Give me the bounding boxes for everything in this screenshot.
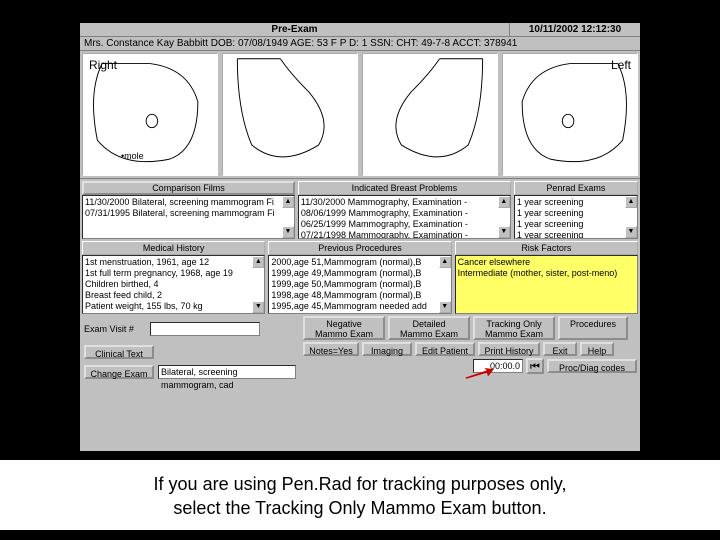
comparison-films-header[interactable]: Comparison Films [82,181,295,195]
change-exam-value[interactable]: Bilateral, screening mammogram, cad [158,365,296,379]
right-breast-cc[interactable]: Right •mole [82,53,218,176]
list-item: 1999,age 50,Mammogram (normal),B [271,279,448,290]
breast-outline-icon [83,54,217,173]
caption-line-2: select the Tracking Only Mammo Exam butt… [0,496,720,520]
previous-procedures-list[interactable]: 2000,age 51,Mammogram (normal),B 1999,ag… [268,255,451,314]
list-item: 1995,age 45,Mammogram needed add [271,301,448,312]
list-item: 1998,age 48,Mammogram (normal),B [271,290,448,301]
list-item: 08/06/1999 Mammography, Examination - [301,208,508,219]
left-fields: Exam Visit # Clinical Text Change Exam B… [80,314,300,384]
list-item: Cancer elsewhere [458,257,635,268]
medical-history-header[interactable]: Medical History [82,241,265,255]
history-row-2: Medical History 1st menstruation, 1961, … [80,239,640,314]
right-buttons: Negative Mammo Exam Detailed Mammo Exam … [300,314,640,384]
clinical-text-button[interactable]: Clinical Text [84,345,154,359]
patient-info: Mrs. Constance Kay Babbitt DOB: 07/08/19… [80,37,640,51]
slide-caption: If you are using Pen.Rad for tracking pu… [0,472,720,520]
scroll-down-icon[interactable]: ▼ [625,226,637,238]
tracking-only-mammo-button[interactable]: Tracking Only Mammo Exam [473,316,555,340]
comparison-films-list[interactable]: 11/30/2000 Bilateral, screening mammogra… [82,195,295,239]
scroll-up-icon[interactable]: ▲ [498,196,510,208]
history-row-1: Comparison Films 11/30/2000 Bilateral, s… [80,179,640,239]
breast-outline-icon [503,54,637,173]
titlebar: Pre-Exam 10/11/2002 12:12:30 [80,23,640,37]
exam-visit-label: Exam Visit # [84,324,146,334]
list-item: Patient height, 5'-6", 167 cm [85,312,262,314]
list-item: 1999,age 49,Mammogram (normal),B [271,268,448,279]
help-button[interactable]: Help [580,342,614,356]
window-title: Pre-Exam [80,23,510,36]
penrad-exams-list[interactable]: 1 year screening 1 year screening 1 year… [514,195,638,239]
exit-button[interactable]: Exit [543,342,577,356]
mole-annotation: •mole [121,151,144,161]
notes-button[interactable]: Notes=Yes [303,342,359,356]
list-item: 07/31/1995 Bilateral, screening mammogra… [85,208,292,219]
list-item: 06/25/1999 Mammography, Examination - [301,219,508,230]
medical-history-list[interactable]: 1st menstruation, 1961, age 12 1st full … [82,255,265,314]
list-item: 1 year screening [517,197,635,208]
left-breast-cc[interactable]: Left [502,53,638,176]
breast-outline-icon [363,54,497,173]
caption-line-1: If you are using Pen.Rad for tracking pu… [0,472,720,496]
timer-display: 00:00.0 [473,359,523,373]
risk-factors-list[interactable]: Cancer elsewhere Intermediate (mother, s… [455,255,638,314]
list-item: Patient weight, 155 lbs, 70 kg [85,301,262,312]
left-breast-mlo[interactable] [362,53,498,176]
list-item: 1 year screening [517,208,635,219]
right-breast-mlo[interactable] [222,53,358,176]
list-item: 07/21/1998 Mammography, Examination - [301,230,508,239]
change-exam-button[interactable]: Change Exam [84,365,154,379]
scroll-down-icon[interactable]: ▼ [282,226,294,238]
pre-exam-window: Pre-Exam 10/11/2002 12:12:30 Mrs. Consta… [79,22,641,452]
previous-procedures-header[interactable]: Previous Procedures [268,241,451,255]
penrad-exams-header[interactable]: Penrad Exams [514,181,638,195]
scroll-down-icon[interactable]: ▼ [252,301,264,313]
list-item: 2000,age 51,Mammogram (normal),B [271,257,448,268]
action-area: Exam Visit # Clinical Text Change Exam B… [80,314,640,384]
list-item: 11/30/2000 Mammography, Examination - [301,197,508,208]
detailed-mammo-button[interactable]: Detailed Mammo Exam [388,316,470,340]
procedures-button[interactable]: Procedures [558,316,628,340]
list-item: 1st menstruation, 1961, age 12 [85,257,262,268]
scroll-up-icon[interactable]: ▲ [439,256,451,268]
indicated-problems-header[interactable]: Indicated Breast Problems [298,181,511,195]
scroll-down-icon[interactable]: ▼ [498,226,510,238]
list-item: Children birthed, 4 [85,279,262,290]
window-datetime: 10/11/2002 12:12:30 [510,23,640,36]
list-item: Breast feed child, 2 [85,290,262,301]
proc-diag-codes-button[interactable]: Proc/Diag codes [547,359,637,373]
negative-mammo-button[interactable]: Negative Mammo Exam [303,316,385,340]
list-item: 1 year screening [517,219,635,230]
print-history-button[interactable]: Print History [478,342,540,356]
risk-factors-header[interactable]: Risk Factors [455,241,638,255]
breast-diagram-panel: Right •mole Left [80,51,640,179]
list-item: Intermediate (mother, sister, post-meno) [458,268,635,279]
rewind-button[interactable]: ⏮ [526,358,544,374]
indicated-problems-list[interactable]: 11/30/2000 Mammography, Examination - 08… [298,195,511,239]
exam-visit-input[interactable] [150,322,260,336]
scroll-up-icon[interactable]: ▲ [252,256,264,268]
edit-patient-button[interactable]: Edit Patient [415,342,475,356]
breast-outline-icon [223,54,357,173]
scroll-up-icon[interactable]: ▲ [282,196,294,208]
list-item: 11/30/2000 Bilateral, screening mammogra… [85,197,292,208]
imaging-button[interactable]: Imaging [362,342,412,356]
scroll-up-icon[interactable]: ▲ [625,196,637,208]
list-item: 1st full term pregnancy, 1968, age 19 [85,268,262,279]
list-item: 1 year screening [517,230,635,239]
scroll-down-icon[interactable]: ▼ [439,301,451,313]
